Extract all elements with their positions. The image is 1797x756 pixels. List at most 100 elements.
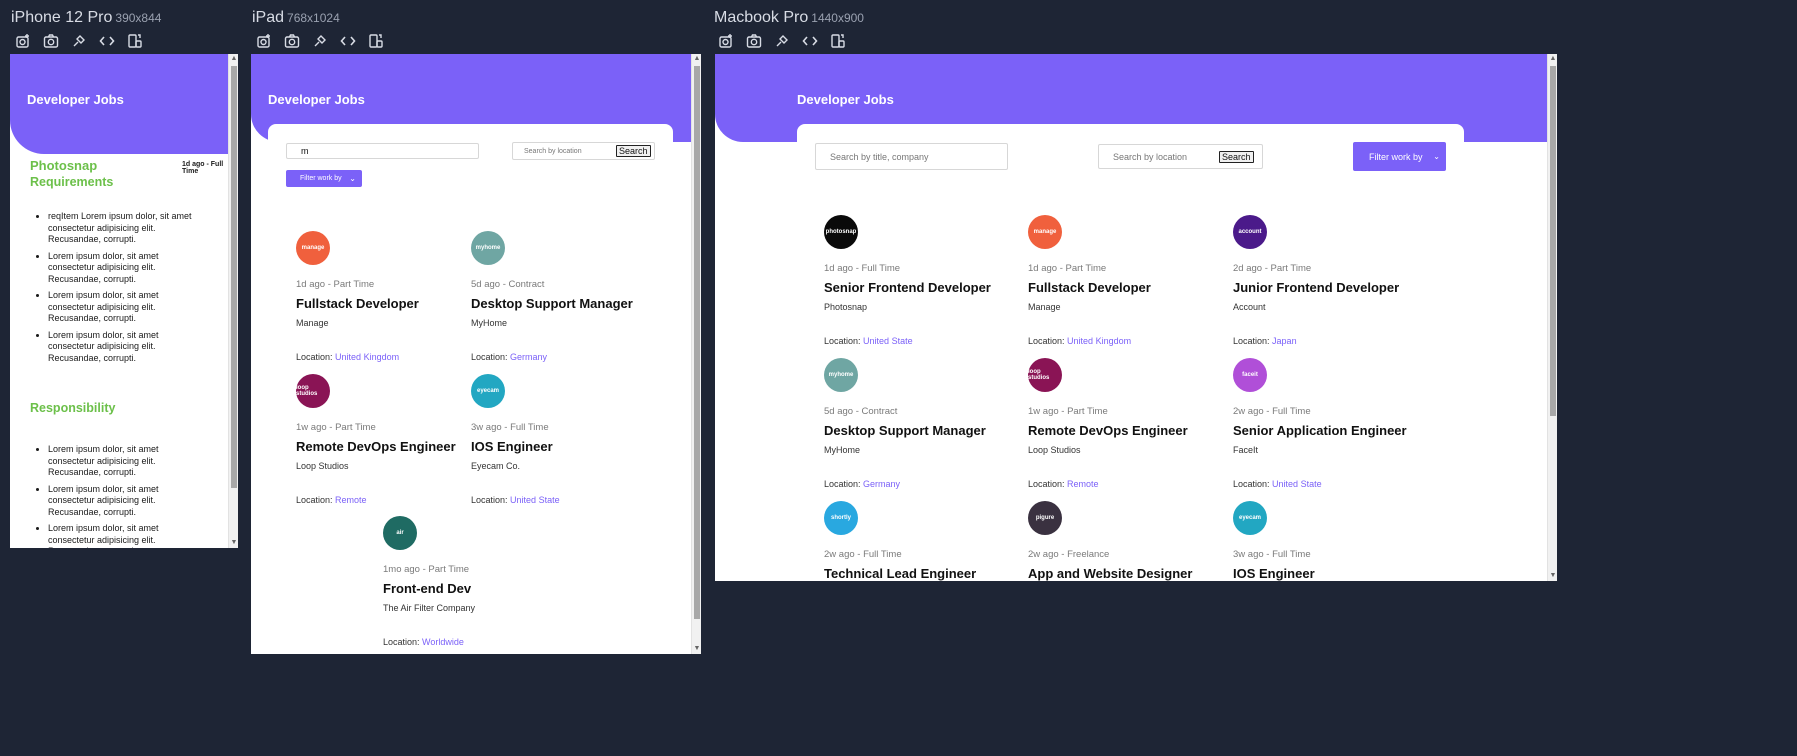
list-item: Lorem ipsum dolor, sit amet consectetur … — [48, 251, 194, 286]
job-meta: 1mo ago - Part Time — [383, 564, 470, 575]
job-card[interactable]: account 2d ago - Part Time Junior Frontend… — [1233, 215, 1423, 346]
job-location: Location: United State — [1233, 479, 1322, 489]
company-name: Photosnap — [30, 158, 98, 173]
rotate-icon[interactable] — [367, 32, 385, 50]
job-card[interactable]: loop studios 1w ago - Part Time Remote Dev… — [1028, 358, 1218, 489]
company-logo-icon: loop studios — [296, 374, 330, 408]
job-location: Location: Worldwide — [383, 637, 464, 647]
job-meta: 3w ago - Full Time — [1233, 549, 1311, 560]
company-logo-icon: eyecam — [471, 374, 505, 408]
device-title: Macbook Pro 1440x900 — [714, 9, 864, 26]
device-title: iPad 768x1024 — [252, 9, 340, 26]
job-location: Location: Germany — [824, 479, 901, 489]
job-location: Location: United State — [824, 336, 913, 346]
job-title[interactable]: Desktop Support Manager — [471, 296, 661, 311]
job-title[interactable]: Junior Frontend Developer — [1233, 280, 1423, 295]
iphone-frame: Developer Jobs Photosnap 1d ago - Full T… — [10, 54, 238, 548]
job-title[interactable]: Fullstack Developer — [1028, 280, 1218, 295]
job-card[interactable]: manage 1d ago - Part Time Fullstack Develo… — [296, 231, 486, 362]
job-card[interactable]: myhome 5d ago - Contract Desktop Support M… — [824, 358, 1014, 489]
job-card[interactable]: loop studios 1w ago - Part Time Remote Dev… — [296, 374, 486, 505]
job-card[interactable]: myhome 5d ago - Contract Desktop Support M… — [471, 231, 661, 362]
company-name: Manage — [296, 318, 329, 328]
company-name: FaceIt — [1233, 445, 1259, 455]
job-card[interactable]: shortly 2w ago - Full Time Technical Lead … — [824, 501, 1014, 581]
device-title: iPhone 12 Pro 390x844 — [11, 9, 162, 26]
scrollbar[interactable]: ▲ ▼ — [691, 54, 701, 654]
job-meta: 5d ago - Contract — [471, 279, 545, 290]
filter-dropdown[interactable]: Filter work by ⌄ — [1353, 142, 1446, 171]
camera-icon[interactable] — [42, 32, 60, 50]
job-title[interactable]: Senior Frontend Developer — [824, 280, 1014, 295]
list-item: Lorem ipsum dolor, sit amet consectetur … — [48, 444, 194, 479]
inspect-icon[interactable] — [70, 32, 88, 50]
title-search-input[interactable]: m — [286, 143, 479, 159]
job-title[interactable]: IOS Engineer — [471, 439, 661, 454]
screenshot-icon[interactable] — [14, 32, 32, 50]
job-card[interactable]: pigure 2w ago - Freelance App and Website … — [1028, 501, 1218, 581]
search-button[interactable]: Search — [1219, 151, 1254, 163]
list-item: Lorem ipsum dolor, sit amet consectetur … — [48, 523, 194, 548]
company-logo-icon: loop studios — [1028, 358, 1062, 392]
camera-icon[interactable] — [745, 32, 763, 50]
screenshot-icon[interactable] — [255, 32, 273, 50]
scrollbar[interactable]: ▲ ▼ — [1547, 54, 1557, 581]
device-toolbar — [717, 32, 847, 50]
requirements-heading: Requirements — [30, 175, 114, 189]
job-meta: 5d ago - Contract — [824, 406, 898, 417]
job-title[interactable]: Front-end Dev — [383, 581, 573, 596]
screenshot-icon[interactable] — [717, 32, 735, 50]
search-button[interactable]: Search — [616, 145, 651, 157]
job-meta: 2w ago - Full Time — [824, 549, 902, 560]
inspect-icon[interactable] — [773, 32, 791, 50]
job-card[interactable]: eyecam 3w ago - Full Time IOS Engineer — [1233, 501, 1423, 581]
rotate-icon[interactable] — [829, 32, 847, 50]
scrollbar[interactable]: ▲ ▼ — [228, 54, 238, 548]
requirements-list: reqItem Lorem ipsum dolor, sit amet cons… — [34, 211, 194, 369]
code-icon[interactable] — [801, 32, 819, 50]
list-item: Lorem ipsum dolor, sit amet consectetur … — [48, 330, 194, 365]
job-location: Location: Germany — [471, 352, 548, 362]
filter-dropdown[interactable]: Filter work by ⌄ — [286, 170, 362, 187]
job-card[interactable]: eyecam 3w ago - Full Time IOS Engineer Eyec… — [471, 374, 661, 505]
job-title[interactable]: Fullstack Developer — [296, 296, 486, 311]
app-title: Developer Jobs — [268, 92, 365, 107]
job-meta: 1d ago - Full Time — [824, 263, 901, 274]
job-location: Location: Japan — [1233, 336, 1297, 346]
app-title: Developer Jobs — [27, 92, 124, 107]
job-title[interactable]: Remote DevOps Engineer — [1028, 423, 1218, 438]
rotate-icon[interactable] — [126, 32, 144, 50]
company-name: Manage — [1028, 302, 1061, 312]
company-logo-icon: photosnap — [824, 215, 858, 249]
code-icon[interactable] — [98, 32, 116, 50]
job-title[interactable]: IOS Engineer — [1233, 566, 1423, 581]
job-card[interactable]: faceit 2w ago - Full Time Senior Applicati… — [1233, 358, 1423, 489]
company-logo-icon: shortly — [824, 501, 858, 535]
header-banner: Developer Jobs — [10, 54, 228, 154]
list-item: Lorem ipsum dolor, sit amet consectetur … — [48, 290, 194, 325]
job-title[interactable]: Remote DevOps Engineer — [296, 439, 486, 454]
job-location: Location: United State — [471, 495, 560, 505]
code-icon[interactable] — [339, 32, 357, 50]
job-meta: 1d ago - Part Time — [296, 279, 375, 290]
inspect-icon[interactable] — [311, 32, 329, 50]
device-toolbar — [255, 32, 385, 50]
job-card[interactable]: air 1mo ago - Part Time Front-end Dev The A… — [383, 516, 573, 647]
job-card[interactable]: manage 1d ago - Part Time Fullstack Develo… — [1028, 215, 1218, 346]
app-title: Developer Jobs — [797, 92, 894, 107]
camera-icon[interactable] — [283, 32, 301, 50]
job-location: Location: Remote — [1028, 479, 1099, 489]
job-title[interactable]: Technical Lead Engineer — [824, 566, 1014, 581]
macbook-frame: Developer Jobs Search by title, company … — [715, 54, 1557, 581]
company-name: MyHome — [824, 445, 861, 455]
title-search-input[interactable]: Search by title, company — [815, 143, 1008, 170]
job-meta: 1d ago - Part Time — [1028, 263, 1107, 274]
job-title[interactable]: Desktop Support Manager — [824, 423, 1014, 438]
job-card[interactable]: photosnap 1d ago - Full Time Senior Fronte… — [824, 215, 1014, 346]
company-logo-icon: manage — [296, 231, 330, 265]
company-logo-icon: myhome — [471, 231, 505, 265]
company-logo-icon: manage — [1028, 215, 1062, 249]
job-location: Location: United Kingdom — [296, 352, 400, 362]
job-title[interactable]: Senior Application Engineer — [1233, 423, 1423, 438]
job-title[interactable]: App and Website Designer — [1028, 566, 1218, 581]
